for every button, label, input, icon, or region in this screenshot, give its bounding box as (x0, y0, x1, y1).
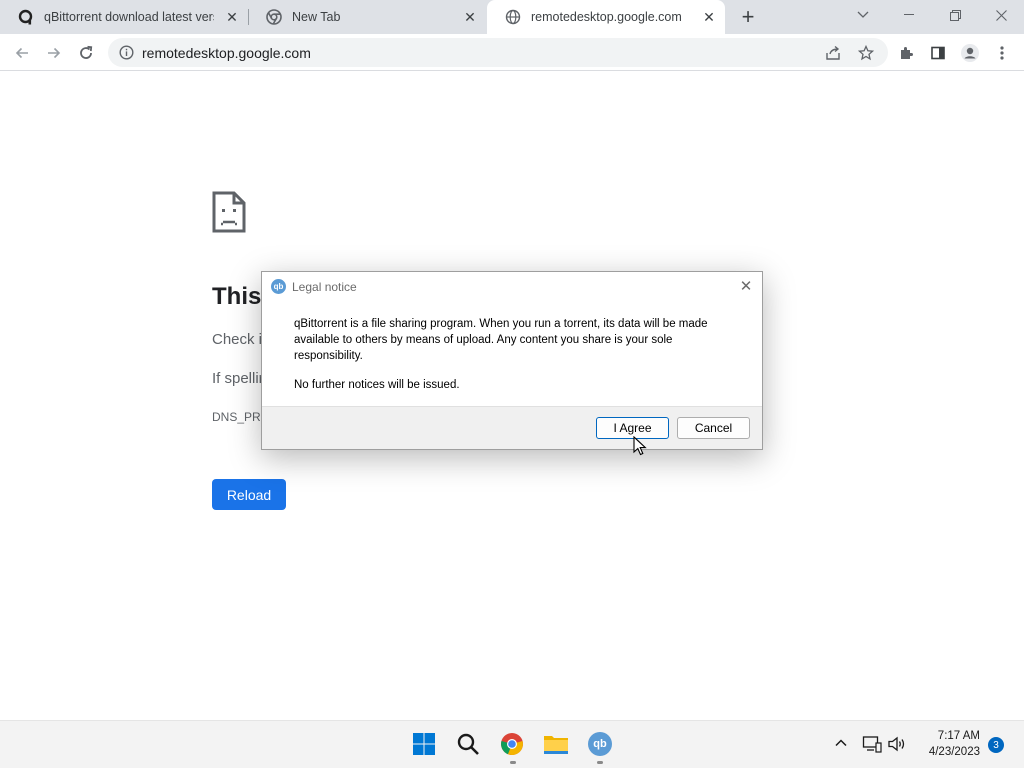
dialog-title: Legal notice (292, 280, 357, 294)
close-window-icon[interactable] (978, 0, 1024, 30)
taskbar: qb 7:17 AM 4/23/2023 3 (0, 720, 1024, 768)
notification-badge[interactable]: 3 (988, 737, 1004, 753)
dialog-close-icon[interactable]: ✕ (736, 276, 756, 296)
qbittorrent-icon-label: qb (588, 732, 612, 756)
error-spelling-text: If spellir (212, 370, 264, 387)
address-bar[interactable]: remotedesktop.google.com (108, 38, 888, 67)
qbittorrent-icon: qb (271, 279, 286, 294)
chrome-icon (266, 9, 282, 25)
tab-search-icon[interactable] (840, 0, 886, 30)
cancel-button[interactable]: Cancel (677, 417, 750, 439)
tab-qbittorrent-download[interactable]: qBittorrent download latest versi ✕ (0, 0, 248, 34)
clock-time[interactable]: 7:17 AM (918, 730, 980, 742)
qbittorrent-taskbar-icon[interactable]: qb (587, 731, 613, 757)
search-icon[interactable] (455, 731, 481, 757)
tab-strip: qBittorrent download latest versi ✕ New … (0, 0, 1024, 34)
tab-title: New Tab (292, 10, 341, 24)
menu-kebab-icon[interactable] (988, 39, 1016, 67)
address-url: remotedesktop.google.com (142, 45, 311, 61)
running-indicator (510, 761, 516, 764)
browser-toolbar: remotedesktop.google.com (0, 34, 1024, 71)
forward-icon[interactable] (40, 39, 68, 67)
share-icon[interactable] (822, 42, 844, 64)
running-indicator (597, 761, 603, 764)
show-hidden-icons-chevron-icon[interactable] (833, 735, 849, 751)
error-check-text: Check i (212, 331, 263, 348)
bookmark-star-icon[interactable] (855, 42, 877, 64)
extensions-icon[interactable] (892, 39, 920, 67)
profile-avatar-icon[interactable] (956, 39, 984, 67)
site-info-icon[interactable] (119, 45, 134, 60)
tab-remotedesktop[interactable]: remotedesktop.google.com ✕ (487, 0, 725, 34)
dialog-message-notice: No further notices will be issued. (294, 379, 460, 391)
chrome-taskbar-icon[interactable] (499, 731, 525, 757)
reload-button[interactable]: Reload (212, 479, 286, 510)
file-explorer-icon[interactable] (543, 731, 569, 757)
dialog-footer: I Agree Cancel (262, 406, 762, 449)
error-heading: This (212, 283, 262, 310)
tab-title: remotedesktop.google.com (531, 10, 682, 24)
dialog-message: qBittorrent is a file sharing program. W… (294, 318, 708, 362)
back-icon[interactable] (8, 39, 36, 67)
network-icon[interactable] (862, 735, 882, 753)
tab-title: qBittorrent download latest versi (44, 10, 214, 24)
tab-new-tab[interactable]: New Tab ✕ (248, 0, 486, 34)
side-panel-icon[interactable] (924, 39, 952, 67)
sad-document-icon (212, 191, 246, 233)
new-tab-button[interactable]: + (736, 4, 760, 29)
dialog-body: qBittorrent is a file sharing program. W… (262, 302, 762, 406)
reload-icon[interactable] (72, 39, 100, 67)
mouse-cursor-icon (633, 435, 647, 456)
legal-notice-dialog: qb Legal notice ✕ qBittorrent is a file … (261, 271, 763, 450)
windows-start-icon[interactable] (411, 731, 437, 757)
qbittorrent-favicon-icon (18, 9, 34, 25)
close-tab-icon[interactable]: ✕ (224, 9, 240, 25)
close-tab-icon[interactable]: ✕ (462, 9, 478, 25)
globe-icon (505, 9, 521, 25)
restore-icon[interactable] (932, 0, 978, 30)
dialog-titlebar[interactable]: qb Legal notice ✕ (262, 272, 762, 302)
clock-date[interactable]: 4/23/2023 (912, 746, 980, 758)
minimize-icon[interactable] (886, 0, 932, 30)
close-tab-icon[interactable]: ✕ (701, 9, 717, 25)
volume-icon[interactable] (887, 735, 907, 753)
